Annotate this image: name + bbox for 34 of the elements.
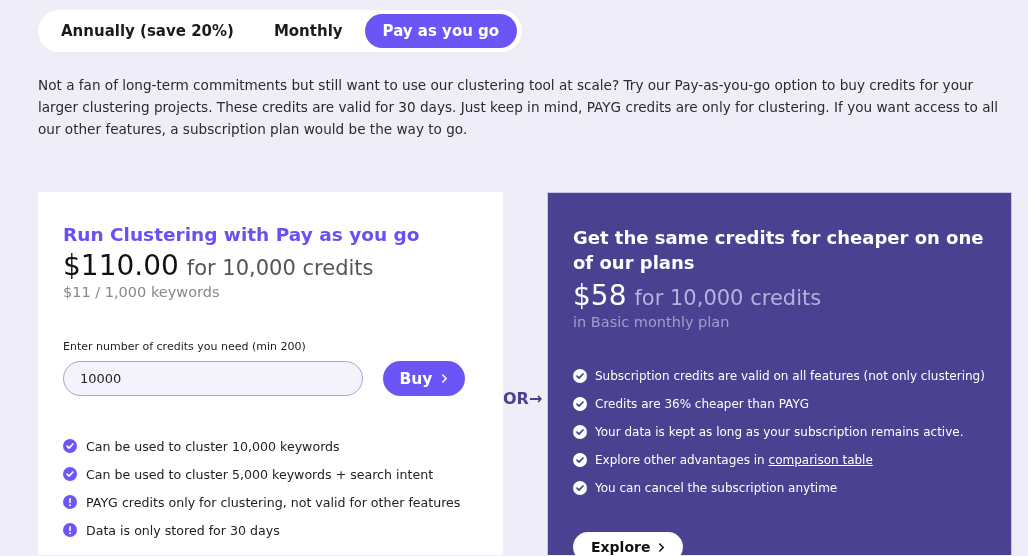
field-label: Enter number of credits you need (min 200)	[63, 340, 307, 353]
comparison-link[interactable]: comparison table	[768, 453, 873, 467]
check-icon	[573, 397, 587, 411]
buy-button[interactable]: Buy	[383, 361, 465, 396]
price-unit: for 10,000 credits	[186, 256, 374, 280]
chevron-icon	[658, 541, 666, 553]
card-title: Run Clustering with Pay as you go	[63, 224, 421, 245]
feature-text: Your data is kept as long as your subscription remains active.	[595, 425, 964, 439]
plan-note: in Basic monthly plan	[573, 314, 731, 330]
rate-text: $11 / 1,000 keywords	[63, 284, 221, 300]
or-label: OR→	[503, 389, 543, 408]
feature-text: Explore other advantages in comparison table	[595, 453, 873, 467]
feature-text: Subscription credits are valid on all features (not only clustering)	[595, 369, 985, 383]
feature-text: PAYG credits only for clustering, not valid for other features	[86, 494, 461, 510]
feature-text: Credits are 36% cheaper than PAYG	[595, 397, 809, 411]
feature-text: Can be used to cluster 5,000 keywords + search intent	[86, 466, 434, 482]
price: $110.00	[63, 249, 179, 282]
card-title: Get the same credits for cheaper on one of our plans	[573, 226, 985, 275]
check-icon	[573, 425, 587, 439]
plan-tab[interactable]: Annually (save 20%)	[43, 14, 252, 48]
check-icon	[573, 453, 587, 467]
explore-button[interactable]: Explore	[573, 532, 684, 556]
plan-tab[interactable]: Monthly	[255, 14, 361, 48]
feature-text: You can cancel the subscription anytime	[595, 481, 838, 495]
intro-paragraph: Not a fan of long-term commitments but still want to use our clustering tool at scale? Try our Pay-as-you-go option to buy credits for your larger clustering projects. These credits are valid for 30 days. Just keep in mind, PAYG credits are only for clustering. If you want access to all our other features, a subscription plan would be the way to go.	[38, 76, 1000, 139]
price: $58	[573, 279, 627, 312]
feature-text: Can be used to cluster 10,000 keywords	[86, 438, 340, 454]
feature-text: Data is only stored for 30 days	[86, 522, 280, 538]
check-icon	[573, 369, 587, 383]
chevron-icon	[441, 373, 449, 384]
plan-tab[interactable]: Pay as you go	[364, 14, 518, 48]
check-icon	[573, 481, 587, 495]
price-unit: for 10,000 credits	[634, 286, 822, 310]
credits-input[interactable]: 10000	[63, 361, 363, 396]
